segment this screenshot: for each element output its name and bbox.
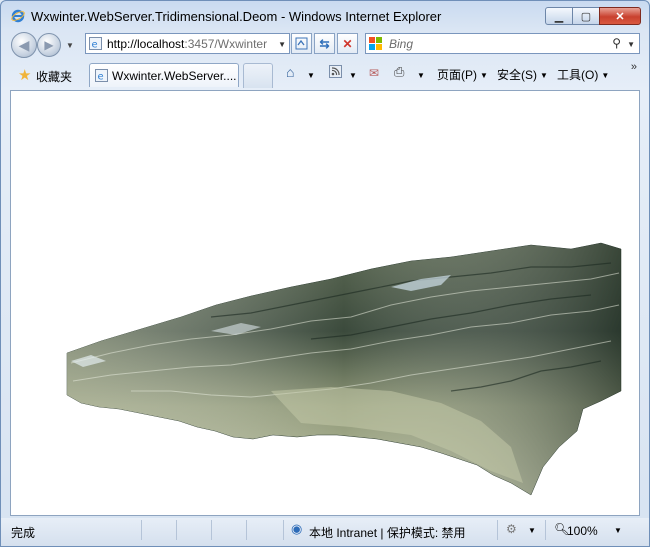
back-button[interactable]: ◀ bbox=[11, 32, 37, 58]
forward-button[interactable]: ▶ bbox=[37, 33, 61, 57]
refresh-button[interactable]: ⇆ bbox=[314, 33, 335, 54]
address-bar[interactable]: e http://localhost:3457/Wxwinter ▼ bbox=[85, 33, 290, 54]
home-icon[interactable]: ⌂ bbox=[286, 64, 294, 80]
maximize-button[interactable]: ▢ bbox=[572, 7, 600, 25]
more-commands-chevron-icon[interactable]: » bbox=[631, 61, 637, 73]
tab-title: Wxwinter.WebServer.... bbox=[112, 69, 237, 83]
favorites-star-icon[interactable]: ★ bbox=[18, 66, 31, 84]
caption-buttons: ▁ ▢ ✕ bbox=[545, 7, 641, 25]
add-ons-dropdown-icon[interactable]: ▼ bbox=[528, 526, 536, 535]
svg-text:e: e bbox=[98, 72, 104, 83]
intranet-zone-icon: ◉ bbox=[291, 521, 303, 536]
maximize-icon: ▢ bbox=[580, 10, 592, 23]
svg-text:e: e bbox=[92, 40, 98, 51]
status-divider bbox=[497, 520, 498, 540]
compatibility-view-icon bbox=[295, 37, 308, 50]
close-button[interactable]: ✕ bbox=[599, 7, 641, 25]
title-bar: Wxwinter.WebServer.Tridimensional.Deom -… bbox=[1, 1, 649, 29]
close-icon: ✕ bbox=[615, 10, 625, 23]
status-bar: 完成 ◉ 本地 Intranet | 保护模式: 禁用 ⚙ ▼ 🔍︎ 100% … bbox=[1, 518, 649, 546]
printer-icon[interactable]: ⎙ bbox=[394, 64, 404, 80]
safety-menu[interactable]: 安全(S) ▼ bbox=[497, 66, 548, 83]
window-title: Wxwinter.WebServer.Tridimensional.Deom -… bbox=[31, 9, 442, 24]
rss-icon[interactable] bbox=[329, 65, 342, 81]
navigation-bar: ◀ ▶ ▼ e http://localhost:3457/Wxwinter ▼… bbox=[1, 29, 649, 59]
search-options-dropdown-icon[interactable]: ▼ bbox=[627, 40, 635, 49]
tools-menu[interactable]: 工具(O) ▼ bbox=[557, 66, 609, 83]
bing-logo-icon bbox=[369, 37, 382, 50]
print-dropdown-icon[interactable]: ▼ bbox=[417, 71, 425, 80]
search-icon[interactable]: ⚲ bbox=[612, 36, 621, 50]
terrain-3d-view[interactable] bbox=[11, 91, 640, 516]
minimize-button[interactable]: ▁ bbox=[545, 7, 573, 25]
status-divider bbox=[246, 520, 247, 540]
tab-page-icon: e bbox=[95, 69, 108, 82]
search-placeholder: Bing bbox=[389, 37, 414, 51]
favorites-bar: ★ 收藏夹 e Wxwinter.WebServer.... ⌂ ▼ ▼ ✉ ⎙… bbox=[1, 61, 649, 89]
add-ons-icon[interactable]: ⚙ bbox=[506, 522, 517, 536]
home-dropdown-icon[interactable]: ▼ bbox=[307, 71, 315, 80]
feeds-icon bbox=[329, 65, 342, 78]
minimize-icon: ▁ bbox=[554, 10, 564, 23]
page-menu[interactable]: 页面(P) ▼ bbox=[437, 66, 488, 83]
page-icon: e bbox=[89, 37, 102, 50]
status-divider bbox=[211, 520, 212, 540]
search-box[interactable]: Bing ⚲ ▼ bbox=[365, 33, 640, 54]
refresh-icon: ⇆ bbox=[319, 36, 330, 51]
tab-active[interactable]: e Wxwinter.WebServer.... bbox=[89, 63, 239, 87]
status-divider bbox=[176, 520, 177, 540]
forward-arrow-icon: ▶ bbox=[44, 38, 54, 52]
status-divider bbox=[283, 520, 284, 540]
status-divider bbox=[545, 520, 546, 540]
page-content bbox=[10, 90, 640, 516]
ie-logo-icon bbox=[11, 9, 25, 23]
status-text: 完成 bbox=[11, 526, 36, 540]
recent-pages-dropdown-icon[interactable]: ▼ bbox=[66, 41, 74, 50]
security-zone[interactable]: 本地 Intranet | 保护模式: 禁用 bbox=[309, 524, 465, 541]
mail-icon[interactable]: ✉ bbox=[369, 66, 379, 80]
zoom-level[interactable]: 100% bbox=[567, 524, 598, 538]
compatibility-view-button[interactable] bbox=[291, 33, 312, 54]
new-tab-button[interactable] bbox=[243, 63, 273, 88]
stop-button[interactable]: ✕ bbox=[337, 33, 358, 54]
zoom-dropdown-icon[interactable]: ▼ bbox=[614, 526, 622, 535]
stop-icon: ✕ bbox=[342, 36, 353, 51]
address-dropdown-icon[interactable]: ▼ bbox=[278, 40, 286, 49]
browser-window: Wxwinter.WebServer.Tridimensional.Deom -… bbox=[0, 0, 650, 547]
feeds-dropdown-icon[interactable]: ▼ bbox=[349, 71, 357, 80]
address-url[interactable]: http://localhost:3457/Wxwinter bbox=[107, 37, 275, 51]
status-divider bbox=[141, 520, 142, 540]
back-arrow-icon: ◀ bbox=[18, 36, 30, 53]
favorites-button[interactable]: 收藏夹 bbox=[36, 68, 72, 85]
